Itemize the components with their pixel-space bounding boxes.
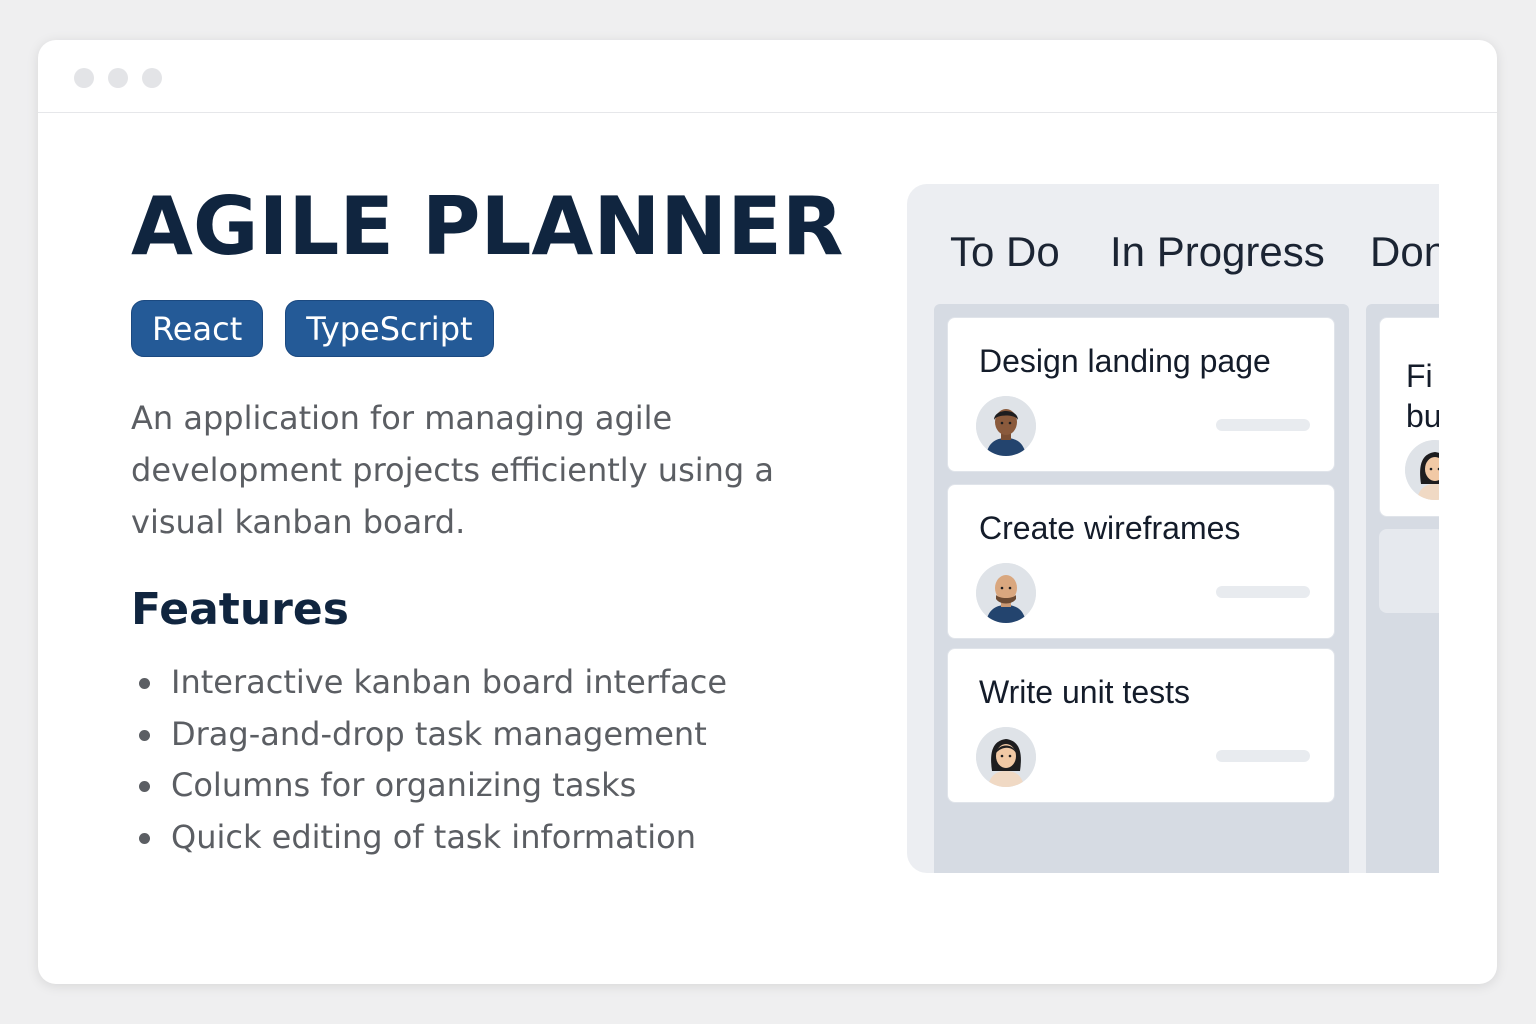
app-title: AGILE PLANNER <box>131 180 844 273</box>
column-todo: Design landing page Create wireframes Wr… <box>934 304 1349 873</box>
task-card[interactable]: Design landing page <box>947 317 1335 472</box>
bullet-icon <box>139 781 150 792</box>
feature-item: Columns for organizing tasks <box>131 760 727 812</box>
task-title-line: bu <box>1406 398 1439 434</box>
feature-text: Interactive kanban board interface <box>171 663 728 701</box>
window-control-dot[interactable] <box>74 68 94 88</box>
column-header-todo[interactable]: To Do <box>950 228 1060 276</box>
task-progress-bar <box>1216 586 1310 598</box>
placeholder-card <box>1379 529 1439 613</box>
tech-badges: React TypeScript <box>131 300 494 357</box>
task-title: Create wireframes <box>979 510 1241 546</box>
feature-item: Drag-and-drop task management <box>131 709 727 761</box>
bullet-icon <box>139 832 150 844</box>
feature-item: Interactive kanban board interface <box>131 657 727 709</box>
badge-react: React <box>131 300 264 357</box>
browser-window: AGILE PLANNER React TypeScript An applic… <box>38 40 1497 984</box>
window-control-dot[interactable] <box>108 68 128 88</box>
woman-avatar-icon <box>976 727 1036 787</box>
task-title: Fi bu <box>1406 356 1439 436</box>
window-control-dot[interactable] <box>142 68 162 88</box>
task-card[interactable]: Write unit tests <box>947 648 1335 803</box>
task-title: Design landing page <box>979 343 1271 379</box>
task-title: Write unit tests <box>979 674 1191 710</box>
app-description: An application for managing agile develo… <box>131 399 775 541</box>
feature-text: Drag-and-drop task management <box>171 714 707 753</box>
feature-item: Quick editing of task information <box>131 812 727 864</box>
bullet-icon <box>139 678 150 689</box>
task-card[interactable]: Fi bu <box>1379 317 1439 517</box>
badge-typescript: TypeScript <box>285 300 494 357</box>
woman-avatar-icon <box>1405 440 1439 500</box>
task-title-line: Fi <box>1406 358 1433 394</box>
feature-text: Quick editing of task information <box>171 817 696 856</box>
column-header-done[interactable]: Don <box>1370 228 1439 276</box>
man-avatar-bald-icon <box>976 563 1036 623</box>
column-in-progress: Fi bu <box>1366 304 1439 873</box>
features-heading: Features <box>131 584 349 635</box>
features-list: Interactive kanban board interface Drag-… <box>131 657 727 863</box>
feature-text: Columns for organizing tasks <box>171 766 637 804</box>
bullet-icon <box>139 729 150 741</box>
man-avatar-dark-skin-icon <box>976 396 1036 456</box>
task-card[interactable]: Create wireframes <box>947 484 1335 639</box>
column-header-in-progress[interactable]: In Progress <box>1110 228 1325 276</box>
task-progress-bar <box>1216 750 1310 762</box>
task-progress-bar <box>1216 419 1310 431</box>
window-titlebar <box>38 40 1497 113</box>
kanban-board: To Do In Progress Don Design landing pag… <box>907 184 1439 873</box>
